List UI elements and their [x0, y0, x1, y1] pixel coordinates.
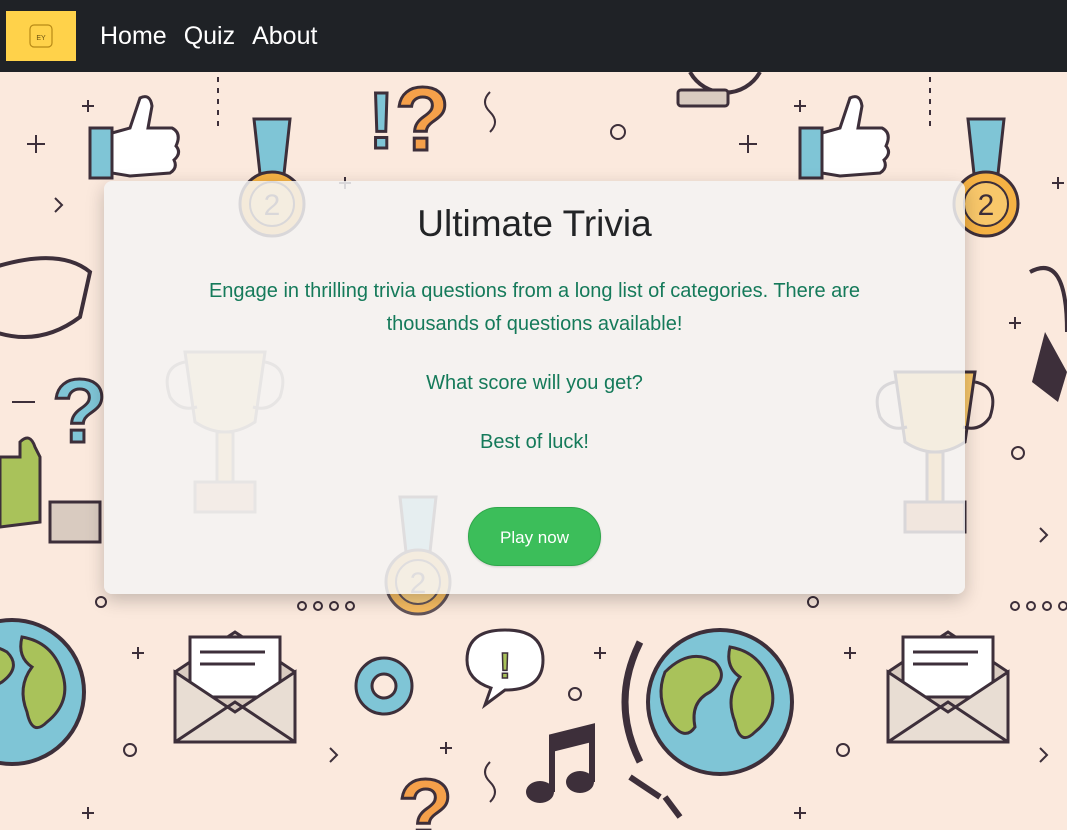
- nav-about-link[interactable]: About: [252, 22, 317, 51]
- description-text: Engage in thrilling trivia questions fro…: [208, 280, 861, 335]
- intro-card: Ultimate Trivia Engage in thrilling triv…: [104, 181, 965, 594]
- navbar: EY Home Quiz About: [0, 0, 1067, 72]
- nav-home-link[interactable]: Home: [100, 22, 167, 51]
- nav-links: Home Quiz About: [100, 22, 334, 51]
- page-title: Ultimate Trivia: [417, 203, 652, 244]
- logo-text: EY: [36, 35, 46, 42]
- svg-text:!: !: [368, 76, 395, 165]
- svg-text:?: ?: [52, 362, 107, 462]
- logo[interactable]: EY: [6, 11, 76, 61]
- play-now-button[interactable]: Play now: [468, 507, 601, 566]
- logo-icon: EY: [29, 24, 53, 48]
- score-question-text: What score will you get?: [426, 372, 643, 394]
- svg-text:!: !: [499, 645, 511, 686]
- nav-quiz-link[interactable]: Quiz: [184, 22, 235, 51]
- good-luck-text: Best of luck!: [480, 431, 589, 453]
